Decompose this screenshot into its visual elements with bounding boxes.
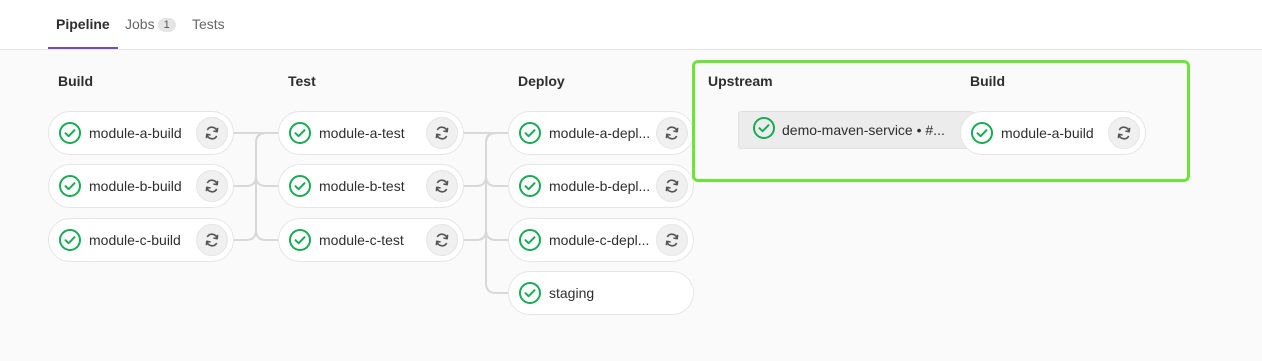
retry-icon[interactable] — [1108, 117, 1140, 149]
job-module-b-test[interactable]: module-b-test — [278, 164, 464, 208]
status-success-icon — [59, 175, 81, 197]
status-success-icon — [289, 122, 311, 144]
job-module-a-build[interactable]: module-a-build — [48, 111, 234, 155]
stage-title-test: Test — [288, 73, 316, 89]
job-module-b-build[interactable]: module-b-build — [48, 164, 234, 208]
stage-title-downstream-build: Build — [970, 73, 1005, 89]
status-success-icon — [289, 229, 311, 251]
job-name: module-c-test — [319, 232, 404, 248]
status-success-icon — [753, 116, 775, 144]
stage-title-upstream: Upstream — [708, 73, 773, 89]
status-success-icon — [59, 122, 81, 144]
retry-icon[interactable] — [426, 170, 458, 202]
retry-icon[interactable] — [196, 170, 228, 202]
job-name: module-a-depl... — [549, 125, 651, 141]
job-staging[interactable]: staging — [508, 271, 694, 315]
job-name: module-a-build — [1001, 125, 1094, 141]
status-success-icon — [59, 229, 81, 251]
job-name: module-b-test — [319, 178, 405, 194]
job-name: module-c-depl... — [549, 232, 650, 248]
job-name: module-a-build — [89, 125, 182, 141]
retry-icon[interactable] — [656, 170, 688, 202]
job-module-c-test[interactable]: module-c-test — [278, 218, 464, 262]
job-module-c-deploy[interactable]: module-c-depl... — [508, 218, 694, 262]
upstream-pipeline-link[interactable]: demo-maven-service • #... — [738, 111, 974, 149]
status-success-icon — [971, 122, 993, 144]
job-downstream-module-a-build[interactable]: module-a-build — [960, 111, 1146, 155]
job-name: module-b-depl... — [549, 178, 651, 194]
job-name: module-c-build — [89, 232, 181, 248]
retry-icon[interactable] — [426, 117, 458, 149]
status-success-icon — [289, 175, 311, 197]
job-name: staging — [549, 285, 595, 301]
status-success-icon — [519, 229, 541, 251]
job-module-a-deploy[interactable]: module-a-depl... — [508, 111, 694, 155]
job-module-b-deploy[interactable]: module-b-depl... — [508, 164, 694, 208]
job-name: module-b-build — [89, 178, 182, 194]
retry-icon[interactable] — [426, 224, 458, 256]
status-success-icon — [519, 282, 541, 304]
stage-title-build: Build — [58, 73, 93, 89]
status-success-icon — [519, 175, 541, 197]
status-success-icon — [519, 122, 541, 144]
retry-icon[interactable] — [196, 117, 228, 149]
job-module-a-test[interactable]: module-a-test — [278, 111, 464, 155]
job-name: module-a-test — [319, 125, 405, 141]
stage-title-deploy: Deploy — [518, 73, 565, 89]
retry-icon[interactable] — [656, 117, 688, 149]
retry-icon[interactable] — [196, 224, 228, 256]
job-module-c-build[interactable]: module-c-build — [48, 218, 234, 262]
retry-icon[interactable] — [656, 224, 688, 256]
upstream-pipeline-name: demo-maven-service • #... — [782, 122, 945, 138]
